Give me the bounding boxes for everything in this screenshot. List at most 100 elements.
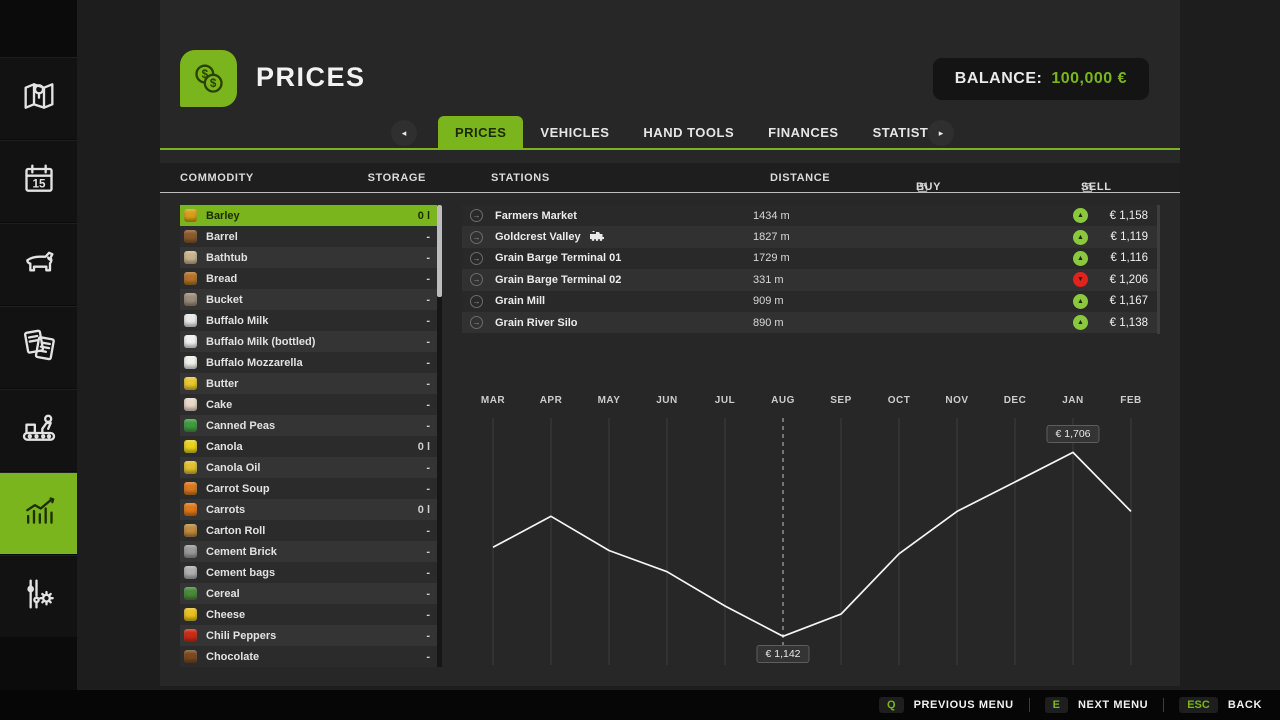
hotkey-label: NEXT MENU <box>1078 699 1148 711</box>
prices-logo-icon: $ $ <box>180 50 237 107</box>
tab[interactable]: HAND TOOLS <box>626 116 751 150</box>
commodity-row[interactable]: Chili Peppers - <box>180 625 437 646</box>
sidebar-item-settings[interactable] <box>0 555 77 637</box>
tab[interactable]: FINANCES <box>751 116 855 150</box>
station-row[interactable]: → Goldcrest Valley 1827 m ▲ € 1,119 <box>462 226 1158 247</box>
tabs: PRICESVEHICLESHAND TOOLSFINANCESSTATISTI… <box>438 116 969 150</box>
hotkey-item[interactable]: Q PREVIOUS MENU <box>879 697 1014 713</box>
sidebar-item-statistics[interactable] <box>0 472 77 554</box>
station-distance: 909 m <box>753 295 1073 307</box>
commodity-list: Barley 0 l Barrel - Bathtub - Bread - Bu <box>180 205 437 667</box>
commodity-row[interactable]: Barrel - <box>180 226 437 247</box>
station-row[interactable]: → Farmers Market 1434 m ▲ € 1,158 <box>462 205 1158 226</box>
price-trend-icon: ▲ <box>1073 230 1088 245</box>
commodity-storage: 0 l <box>418 441 430 453</box>
hotkey-item[interactable]: ESC BACK <box>1148 697 1262 713</box>
station-distance: 1827 m <box>753 231 1073 243</box>
svg-text:$: $ <box>209 77 216 90</box>
prev-tab-arrow-icon[interactable]: ◂ <box>391 120 417 146</box>
commodity-name: Cheese <box>206 609 426 621</box>
goto-station-icon: → <box>470 209 483 222</box>
commodity-storage: - <box>426 462 430 474</box>
price-trend-icon: ▲ <box>1073 208 1088 223</box>
sidebar-item-contracts[interactable] <box>0 306 77 388</box>
commodity-row[interactable]: Chocolate - <box>180 646 437 667</box>
station-row[interactable]: → Grain Barge Terminal 02 331 m ▼ € 1,20… <box>462 269 1158 290</box>
commodity-row[interactable]: Buffalo Milk - <box>180 310 437 331</box>
commodity-row[interactable]: Buffalo Milk (bottled) - <box>180 331 437 352</box>
price-annotation: € 1,706 <box>1046 425 1099 443</box>
sidebar-item-map[interactable] <box>0 57 77 139</box>
butter-icon <box>184 377 197 390</box>
goto-station-icon: → <box>470 316 483 329</box>
commodity-row[interactable]: Bathtub - <box>180 247 437 268</box>
commodity-row[interactable]: Canola 0 l <box>180 436 437 457</box>
station-sell-price: € 1,138 <box>1096 317 1148 329</box>
column-commodity: COMMODITY <box>180 172 254 184</box>
screen: 15 <box>0 0 1280 720</box>
column-header-bar: COMMODITY STORAGE STATIONS DISTANCE BUY … <box>160 163 1180 193</box>
goto-station-icon: → <box>470 252 483 265</box>
goto-station-icon: → <box>470 295 483 308</box>
commodity-scrollbar-thumb[interactable] <box>437 205 442 297</box>
commodity-row[interactable]: Carton Roll - <box>180 520 437 541</box>
commodity-row[interactable]: Cement Brick - <box>180 541 437 562</box>
price-annotation: € 1,142 <box>756 645 809 663</box>
buffalo-milk-bottled-icon <box>184 335 197 348</box>
commodity-row[interactable]: Cake - <box>180 394 437 415</box>
barrel-icon <box>184 230 197 243</box>
commodity-scrollbar[interactable] <box>437 205 442 667</box>
tab[interactable]: VEHICLES <box>523 116 626 150</box>
commodity-row[interactable]: Butter - <box>180 373 437 394</box>
commodity-row[interactable]: Bucket - <box>180 289 437 310</box>
station-distance: 1434 m <box>753 210 1073 222</box>
commodity-name: Carrot Soup <box>206 483 426 495</box>
balance-label: BALANCE: <box>955 70 1043 88</box>
commodity-row[interactable]: Canola Oil - <box>180 457 437 478</box>
station-distance: 1729 m <box>753 252 1073 264</box>
canola-icon <box>184 440 197 453</box>
commodity-row[interactable]: Barley 0 l <box>180 205 437 226</box>
month-tick-label: OCT <box>888 395 911 406</box>
chili-peppers-icon <box>184 629 197 642</box>
hotkey-item[interactable]: E NEXT MENU <box>1014 697 1149 713</box>
chart-month-axis: MARAPRMAYJUNJULAUGSEPOCTNOVDECJANFEB <box>462 395 1158 413</box>
station-row[interactable]: → Grain Barge Terminal 01 1729 m ▲ € 1,1… <box>462 248 1158 269</box>
cement-brick-icon <box>184 545 197 558</box>
balance-value: 100,000 € <box>1051 70 1127 88</box>
commodity-name: Canola <box>206 441 418 453</box>
station-distance: 331 m <box>753 274 1073 286</box>
carrots-icon <box>184 503 197 516</box>
station-row[interactable]: → Grain Mill 909 m ▲ € 1,167 <box>462 291 1158 312</box>
station-scrollbar[interactable] <box>1157 205 1160 334</box>
column-storage: STORAGE <box>336 172 426 184</box>
station-row[interactable]: → Grain River Silo 890 m ▲ € 1,138 <box>462 312 1158 333</box>
station-name: Grain Mill <box>495 295 753 307</box>
sidebar-item-calendar[interactable]: 15 <box>0 140 77 222</box>
sidebar-item-production[interactable] <box>0 389 77 471</box>
commodity-row[interactable]: Canned Peas - <box>180 415 437 436</box>
bathtub-icon <box>184 251 197 264</box>
buffalo-mozzarella-icon <box>184 356 197 369</box>
commodity-name: Chocolate <box>206 651 426 663</box>
sidebar-item-animals[interactable] <box>0 223 77 305</box>
commodity-storage: 0 l <box>418 504 430 516</box>
commodity-row[interactable]: Cement bags - <box>180 562 437 583</box>
commodity-row[interactable]: Bread - <box>180 268 437 289</box>
commodity-storage: - <box>426 399 430 411</box>
commodity-storage: - <box>426 546 430 558</box>
commodity-row[interactable]: Carrots 0 l <box>180 499 437 520</box>
carton-roll-icon <box>184 524 197 537</box>
commodity-row[interactable]: Cheese - <box>180 604 437 625</box>
station-name: Grain Barge Terminal 01 <box>495 252 753 264</box>
commodity-row[interactable]: Cereal - <box>180 583 437 604</box>
commodity-row[interactable]: Buffalo Mozzarella - <box>180 352 437 373</box>
commodity-name: Buffalo Mozzarella <box>206 357 426 369</box>
station-sell-price: € 1,119 <box>1096 231 1148 243</box>
next-tab-arrow-icon[interactable]: ▸ <box>928 120 954 146</box>
tab[interactable]: PRICES <box>438 116 523 150</box>
commodity-row[interactable]: Carrot Soup - <box>180 478 437 499</box>
contracts-icon <box>19 325 59 370</box>
goto-station-icon: → <box>470 231 483 244</box>
hotkey-label: BACK <box>1228 699 1262 711</box>
